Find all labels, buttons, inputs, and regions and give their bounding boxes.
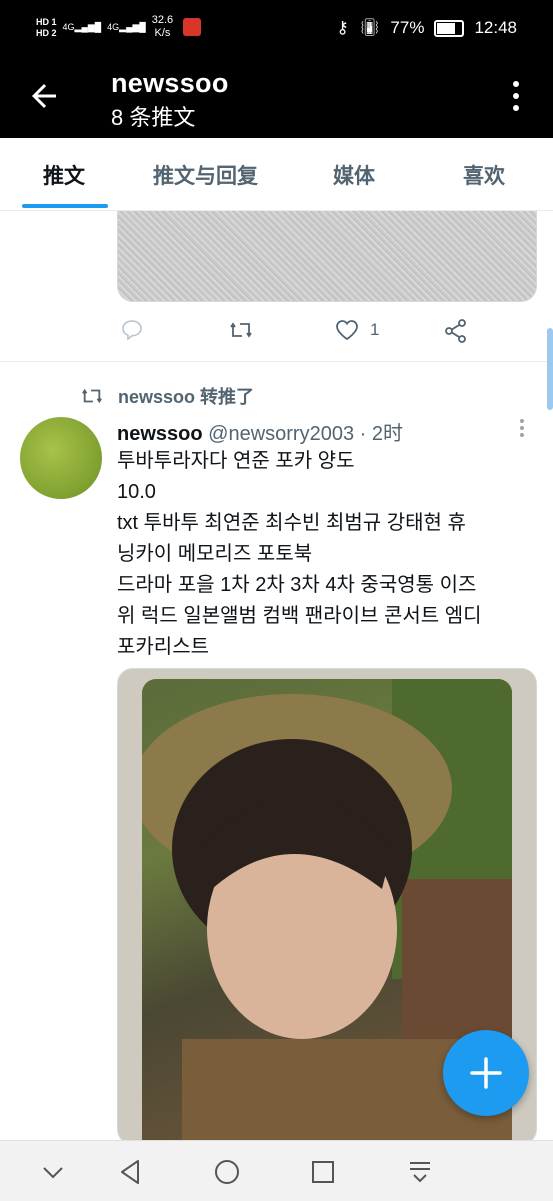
nav-back-icon[interactable] bbox=[116, 1157, 146, 1187]
retweet-button[interactable] bbox=[228, 318, 254, 342]
signal1-label: 4G bbox=[62, 21, 75, 32]
tweet-time: 2时 bbox=[371, 423, 403, 445]
tweet-count: 8 条推文 bbox=[111, 105, 196, 130]
tweet-header: newssoo @newsorry2003 · 2时 bbox=[117, 417, 403, 446]
tab-media[interactable]: 媒体 bbox=[333, 160, 375, 190]
tab-tweets-and-replies[interactable]: 推文与回复 bbox=[153, 160, 258, 190]
notification-drawer-icon[interactable] bbox=[405, 1157, 435, 1187]
tweet-text: 투바투라자다 연준 포카 양도 10.0 txt 투바투 최연준 최수빈 최범규… bbox=[117, 446, 537, 663]
tab-likes[interactable]: 喜欢 bbox=[463, 160, 505, 190]
retweet-icon bbox=[230, 322, 252, 338]
tweet-line: 투바투라자다 연준 포카 양도 bbox=[117, 450, 355, 472]
previous-tweet-image[interactable] bbox=[117, 211, 537, 302]
plus-icon bbox=[470, 1057, 502, 1089]
retweet-label: newssoo 转推了 bbox=[118, 387, 255, 407]
chevron-down-icon[interactable] bbox=[38, 1157, 68, 1187]
profile-title: newssoo bbox=[111, 68, 229, 98]
share-icon bbox=[445, 319, 466, 343]
signal2-label: 4G bbox=[107, 21, 120, 32]
more-options-icon[interactable] bbox=[511, 78, 521, 114]
network-speed: 32.6 bbox=[151, 14, 174, 26]
network-unit: K/s bbox=[154, 27, 171, 39]
tweet-line: 포카리스트 bbox=[117, 636, 209, 658]
like-button[interactable]: 1 bbox=[334, 318, 379, 342]
sim1-label: HD 1 bbox=[36, 16, 57, 27]
back-arrow-icon[interactable] bbox=[26, 78, 62, 114]
retweet-small-icon bbox=[82, 388, 102, 404]
author-name[interactable]: newssoo bbox=[117, 423, 203, 445]
nav-home-icon[interactable] bbox=[212, 1157, 242, 1187]
tweet-line: 위 럭드 일본앨범 컴백 팬라이브 콘서트 엠디 bbox=[117, 605, 482, 627]
tweet-menu-icon[interactable] bbox=[519, 418, 525, 438]
app-bar: newssoo 8 条推文 bbox=[0, 60, 553, 138]
share-button[interactable] bbox=[443, 318, 469, 344]
vibrate-icon: 📳︎ bbox=[358, 18, 381, 37]
key-icon: ⚷ bbox=[336, 18, 349, 37]
clock: 12:48 bbox=[474, 18, 517, 37]
heart-icon bbox=[336, 320, 358, 341]
separator-dot: · bbox=[359, 423, 367, 445]
like-count: 1 bbox=[370, 320, 380, 339]
nav-recents-icon[interactable] bbox=[308, 1157, 338, 1187]
scrollbar[interactable] bbox=[547, 328, 553, 410]
system-nav-bar bbox=[0, 1140, 553, 1201]
previous-tweet-actions: 1 bbox=[0, 318, 553, 348]
active-tab-indicator bbox=[22, 204, 108, 208]
avatar[interactable] bbox=[20, 417, 102, 499]
tweet-divider bbox=[0, 361, 553, 362]
app-notification-icon bbox=[183, 18, 202, 36]
status-bar: HD 1 HD 2 4G▂▄▆█ 4G▂▄▆█ 32.6 K/s ⚷ 📳︎ 77… bbox=[0, 0, 553, 60]
reply-icon bbox=[122, 320, 142, 341]
tweet-line: txt 투바투 최연준 최수빈 최범규 강태현 휴 bbox=[117, 512, 466, 534]
battery-icon bbox=[434, 19, 465, 37]
tab-tweets[interactable]: 推文 bbox=[43, 160, 85, 190]
retweet-indicator[interactable]: newssoo 转推了 bbox=[80, 383, 254, 409]
tweet-line: 10.0 bbox=[117, 481, 156, 503]
tweet-line: 닝카이 메모리즈 포토북 bbox=[117, 543, 313, 565]
reply-button[interactable] bbox=[120, 318, 144, 342]
signal-icon-2: 4G▂▄▆█ bbox=[107, 21, 146, 32]
compose-tweet-button[interactable] bbox=[443, 1030, 529, 1116]
sim2-label: HD 2 bbox=[36, 27, 57, 38]
profile-tabs: 推文 推文与回复 媒体 喜欢 bbox=[0, 138, 553, 211]
battery-percent: 77% bbox=[390, 18, 425, 37]
signal-icon: 4G▂▄▆█ bbox=[62, 21, 102, 32]
author-handle[interactable]: @newsorry2003 bbox=[208, 423, 354, 445]
tweet-line: 드라마 포을 1차 2차 3차 4차 중국영통 이즈 bbox=[117, 574, 477, 596]
